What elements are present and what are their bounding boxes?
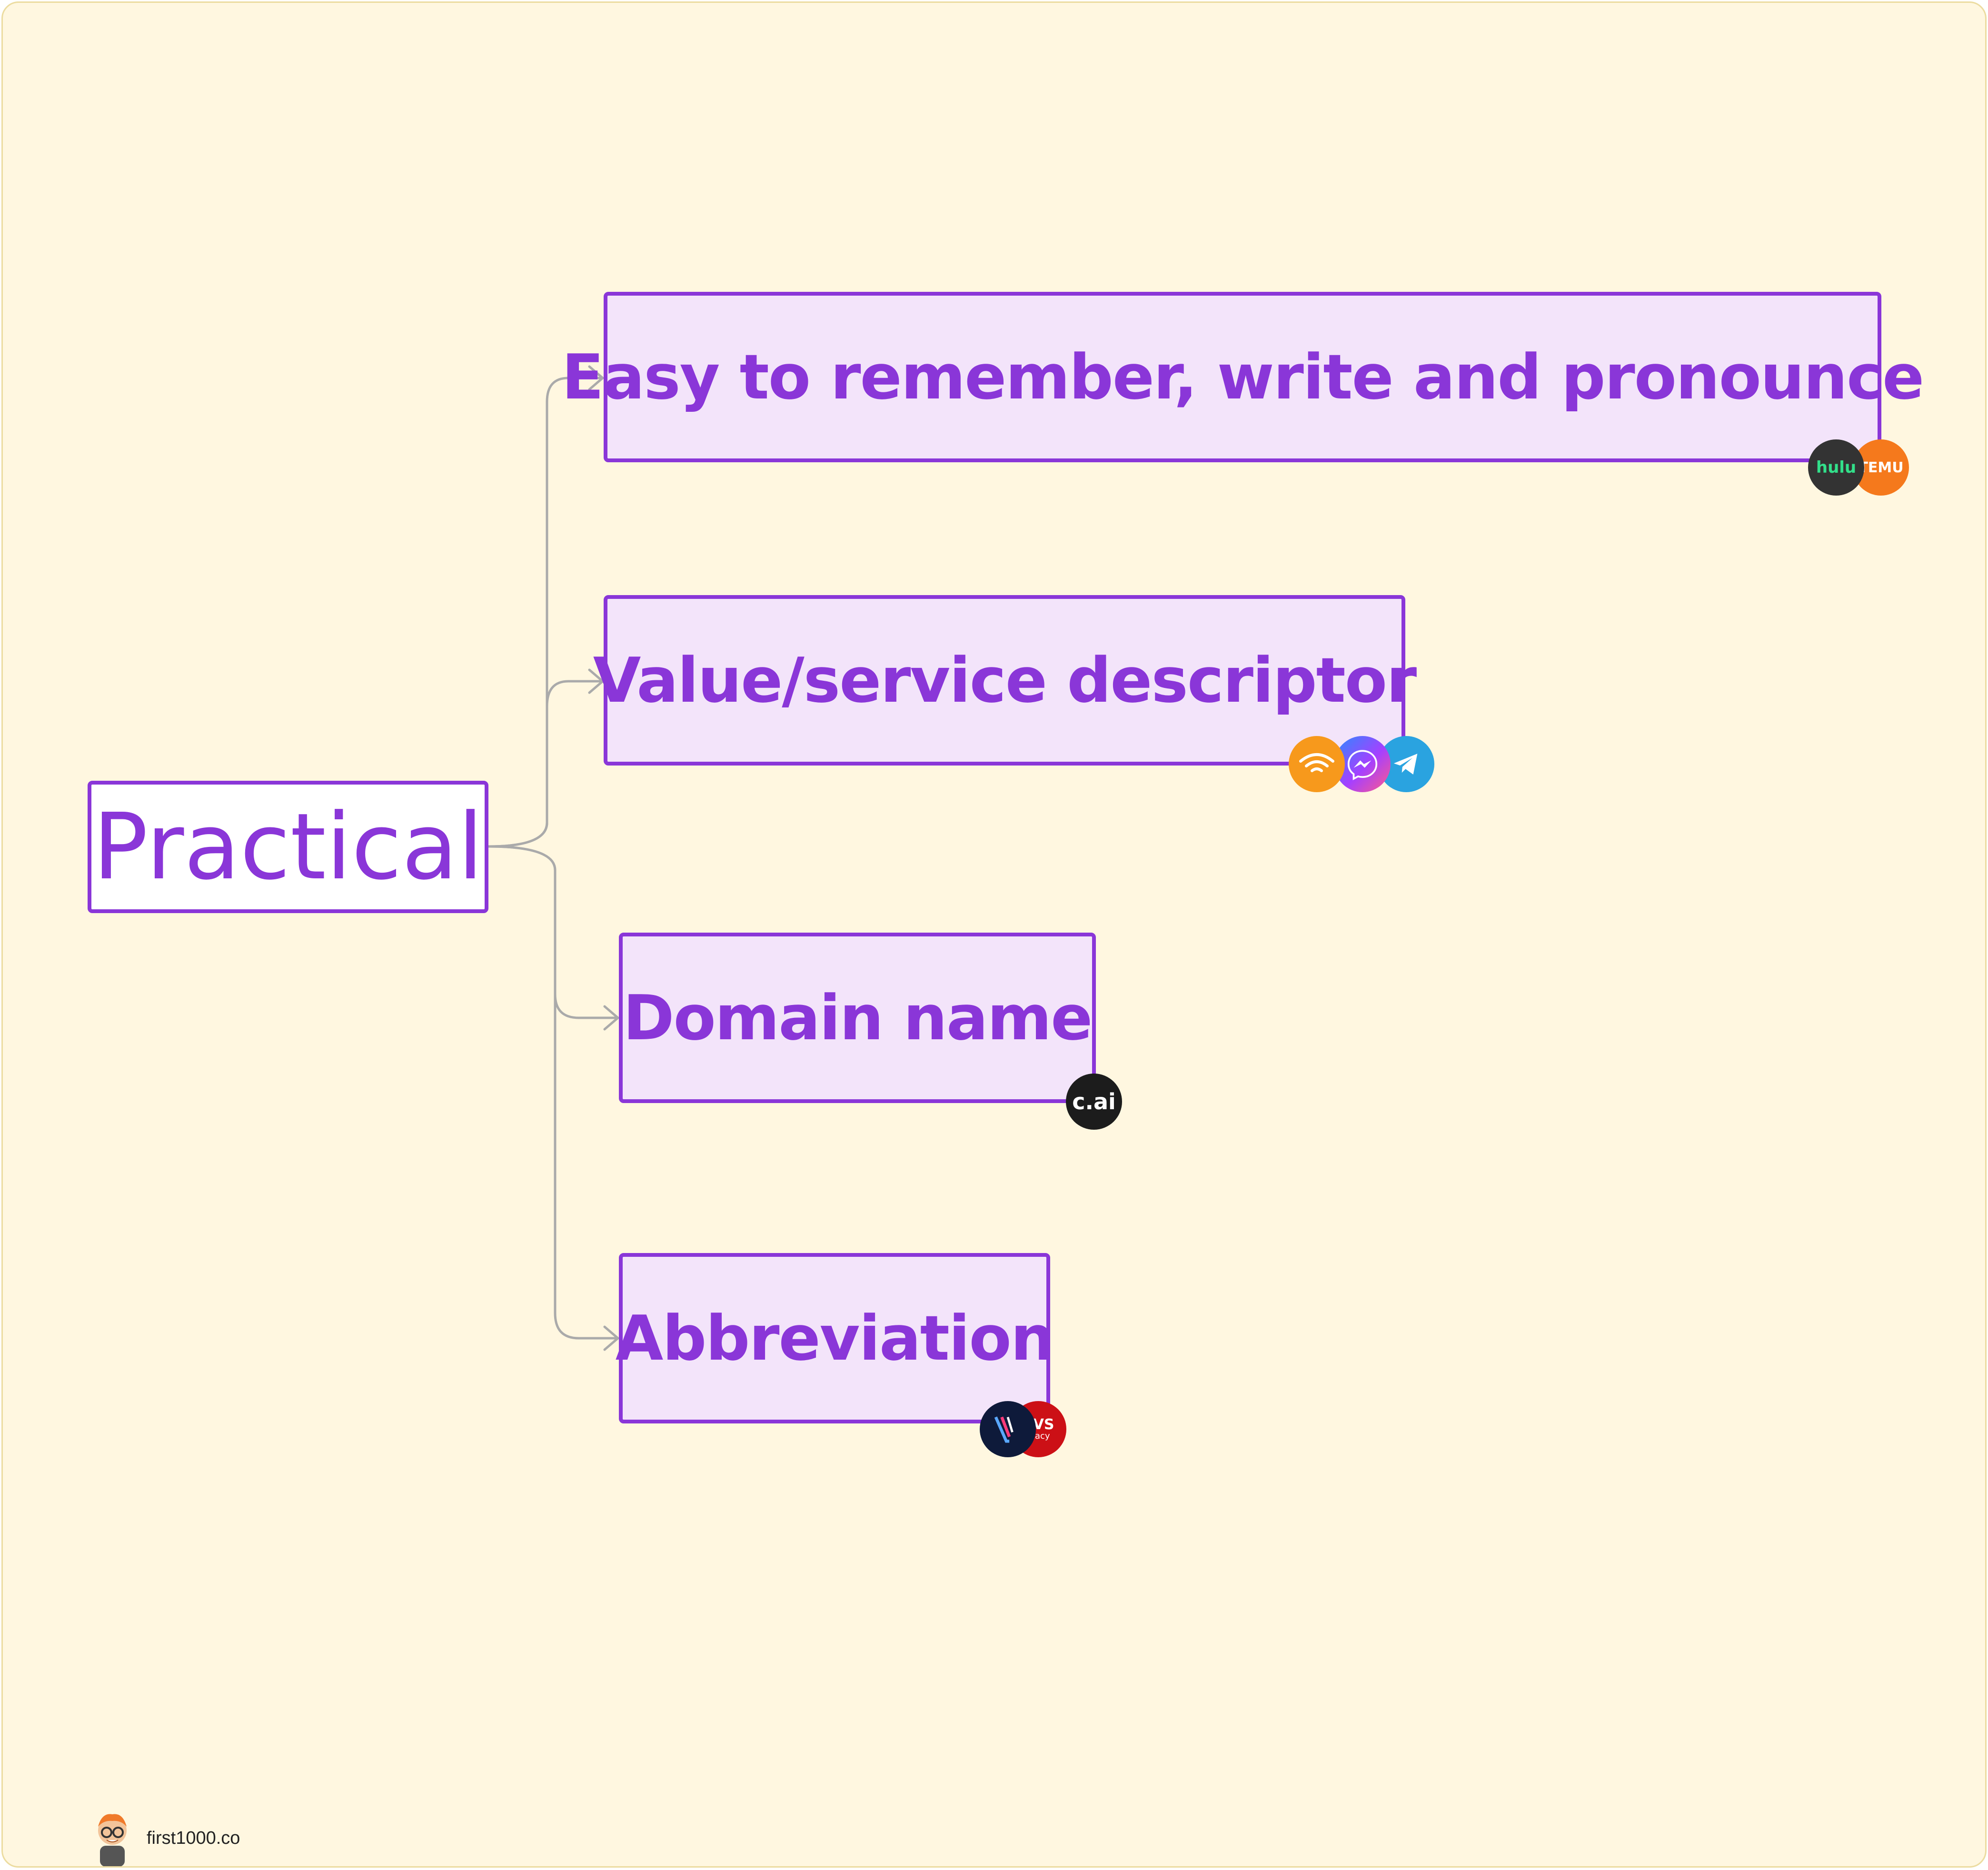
mascot-avatar-icon [98,1814,127,1866]
connector-branch-3 [487,845,618,1019]
root-node-practical[interactable]: Practical [88,781,488,913]
connector-branch-4 [487,845,618,1340]
audible-icon [1289,736,1345,792]
hulu-icon: hulu [1808,439,1864,496]
branch-node-domain-name[interactable]: Domain name [619,933,1096,1103]
branch-node-label: Value/service descriptor [593,644,1417,716]
branch-node-label: Easy to remember, write and pronounce [561,341,1924,413]
connector-branch-1 [487,377,603,848]
branch-node-abbreviation[interactable]: Abbreviation [616,1253,1054,1423]
diagram-canvas: Practical Easy to remember, write and pr… [1,1,1987,1868]
root-node-label: Practical [93,794,483,900]
vsco-icon [980,1401,1036,1457]
character-ai-icon: c.ai [1066,1074,1122,1130]
connector-branch-2 [487,680,603,848]
branch-node-value-service-descriptor[interactable]: Value/service descriptor [593,595,1417,766]
brand-footer: first1000.co [89,1810,240,1866]
brand-name: first1000.co [147,1828,240,1848]
branch-node-label: Domain name [623,982,1093,1054]
branch-node-label: Abbreviation [615,1302,1055,1374]
branch-node-easy-to-remember[interactable]: Easy to remember, write and pronounce [562,292,1924,462]
